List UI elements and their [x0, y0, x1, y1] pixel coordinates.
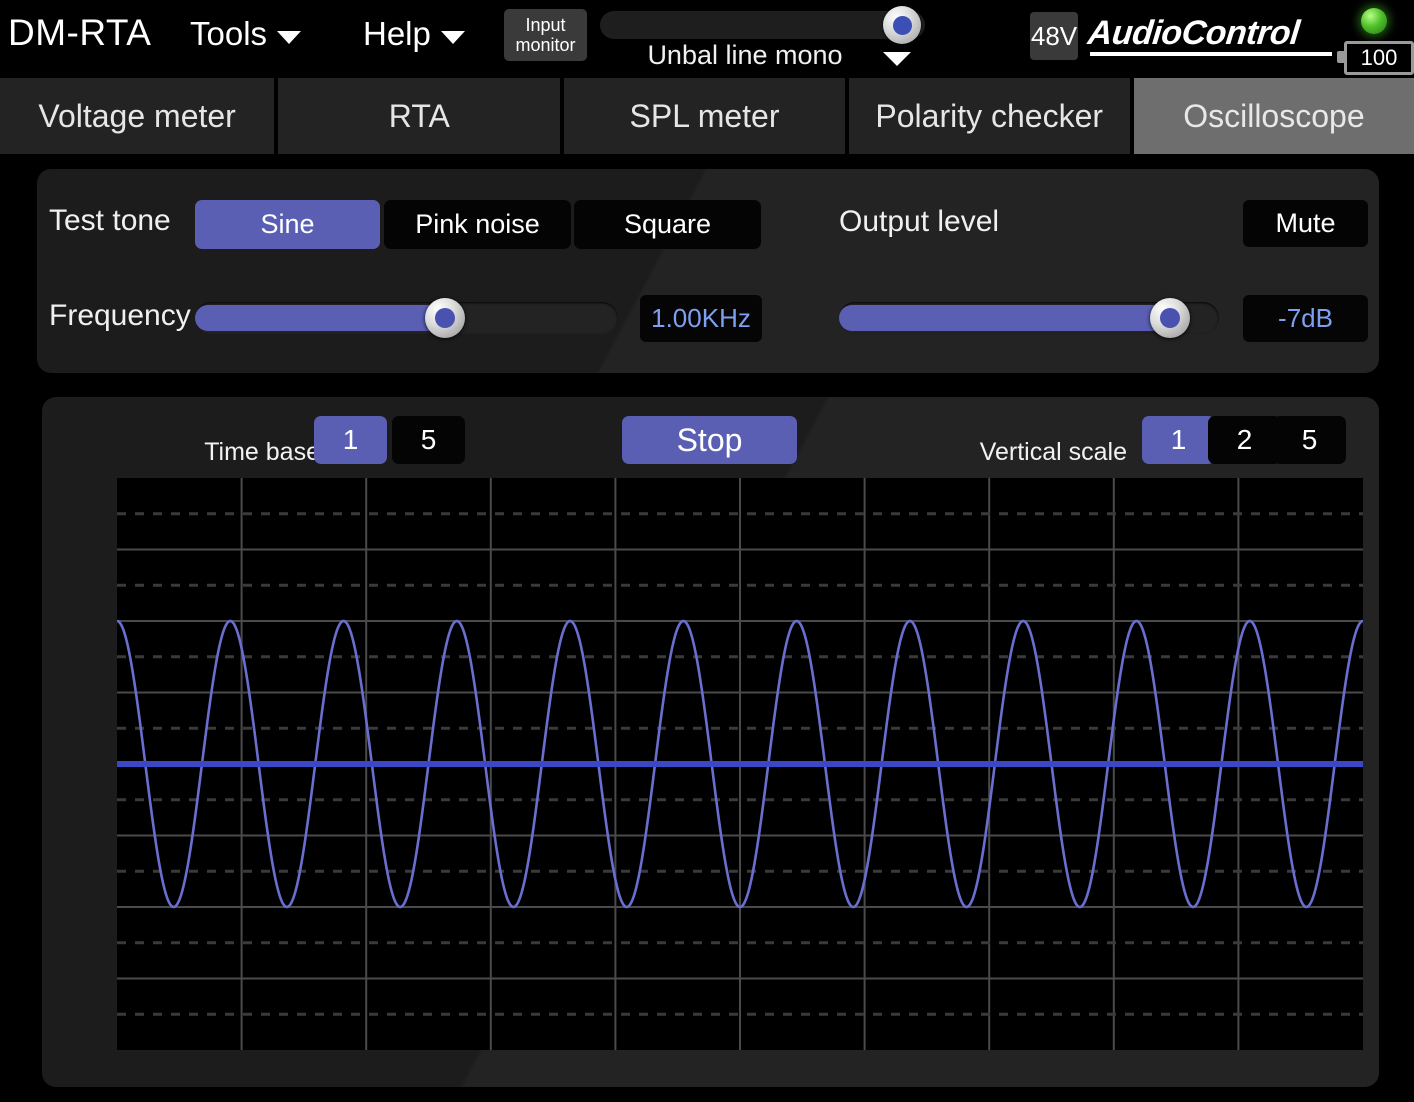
vertical-scale-option-1[interactable]: 1 — [1142, 416, 1215, 464]
output-level-slider[interactable] — [839, 302, 1219, 334]
input-source-thumb[interactable] — [883, 6, 921, 44]
time-base-option-1[interactable]: 1 — [314, 416, 387, 464]
input-source-label: Unbal line mono — [600, 40, 890, 71]
vertical-scale-option-2[interactable]: 2 — [1208, 416, 1281, 464]
mute-button[interactable]: Mute — [1243, 200, 1368, 247]
output-level-slider-fill — [839, 305, 1170, 331]
frequency-value[interactable]: 1.00KHz — [640, 295, 762, 342]
tab-oscilloscope[interactable]: Oscilloscope — [1134, 78, 1414, 154]
menu-tools[interactable]: Tools — [190, 15, 301, 53]
tone-button-pink-noise[interactable]: Pink noise — [384, 200, 571, 249]
frequency-label: Frequency — [49, 299, 191, 333]
vertical-scale-label-line1: Vertical scale — [980, 438, 1127, 466]
output-level-label: Output level — [839, 205, 999, 239]
frequency-slider[interactable] — [195, 302, 618, 334]
vertical-scale-option-5[interactable]: 5 — [1273, 416, 1346, 464]
status-led-icon — [1361, 8, 1387, 34]
chevron-down-icon[interactable] — [883, 52, 911, 66]
oscilloscope-display[interactable] — [117, 478, 1363, 1050]
tab-polarity-checker[interactable]: Polarity checker — [849, 78, 1130, 154]
input-source-selector[interactable]: Unbal line mono — [600, 8, 925, 68]
time-base-option-5[interactable]: 5 — [392, 416, 465, 464]
input-monitor-button[interactable]: Input monitor — [504, 9, 587, 61]
frequency-slider-thumb[interactable] — [425, 298, 465, 338]
output-level-value[interactable]: -7dB — [1243, 295, 1368, 342]
tone-button-square[interactable]: Square — [574, 200, 761, 249]
battery-level-label: 100 — [1361, 45, 1398, 71]
oscilloscope-app: DM-RTA Tools Help Input monitor Unbal li… — [0, 0, 1414, 1102]
frequency-slider-fill — [195, 305, 445, 331]
time-base-label-line1: Time base — [204, 438, 320, 466]
brand-logo-underline — [1090, 52, 1332, 56]
phantom-power-badge[interactable]: 48V — [1030, 12, 1078, 60]
app-title: DM-RTA — [8, 12, 151, 54]
top-bar: DM-RTA Tools Help Input monitor Unbal li… — [0, 0, 1414, 73]
run-stop-button[interactable]: Stop — [622, 416, 797, 464]
tab-spl-meter[interactable]: SPL meter — [564, 78, 844, 154]
menu-tools-label: Tools — [190, 15, 267, 53]
test-tone-label: Test tone — [49, 204, 171, 238]
tab-voltage-meter[interactable]: Voltage meter — [0, 78, 274, 154]
input-source-track[interactable] — [600, 11, 925, 39]
main-tab-bar: Voltage meter RTA SPL meter Polarity che… — [0, 78, 1414, 154]
oscilloscope-panel: Time base (mS/div) 1 5 Stop Vertical sca… — [42, 397, 1379, 1087]
battery-icon: 100 — [1344, 41, 1414, 75]
input-monitor-label-line2: monitor — [515, 35, 575, 55]
menu-help[interactable]: Help — [363, 15, 465, 53]
menu-help-label: Help — [363, 15, 431, 53]
tone-button-sine[interactable]: Sine — [195, 200, 380, 249]
chevron-down-icon — [441, 31, 465, 44]
tab-rta[interactable]: RTA — [278, 78, 560, 154]
test-tone-panel: Test tone Sine Pink noise Square Output … — [37, 169, 1379, 373]
output-level-slider-thumb[interactable] — [1150, 298, 1190, 338]
brand-logo: AudioControl — [1086, 14, 1301, 53]
input-monitor-label-line1: Input — [525, 15, 565, 35]
chevron-down-icon — [277, 31, 301, 44]
